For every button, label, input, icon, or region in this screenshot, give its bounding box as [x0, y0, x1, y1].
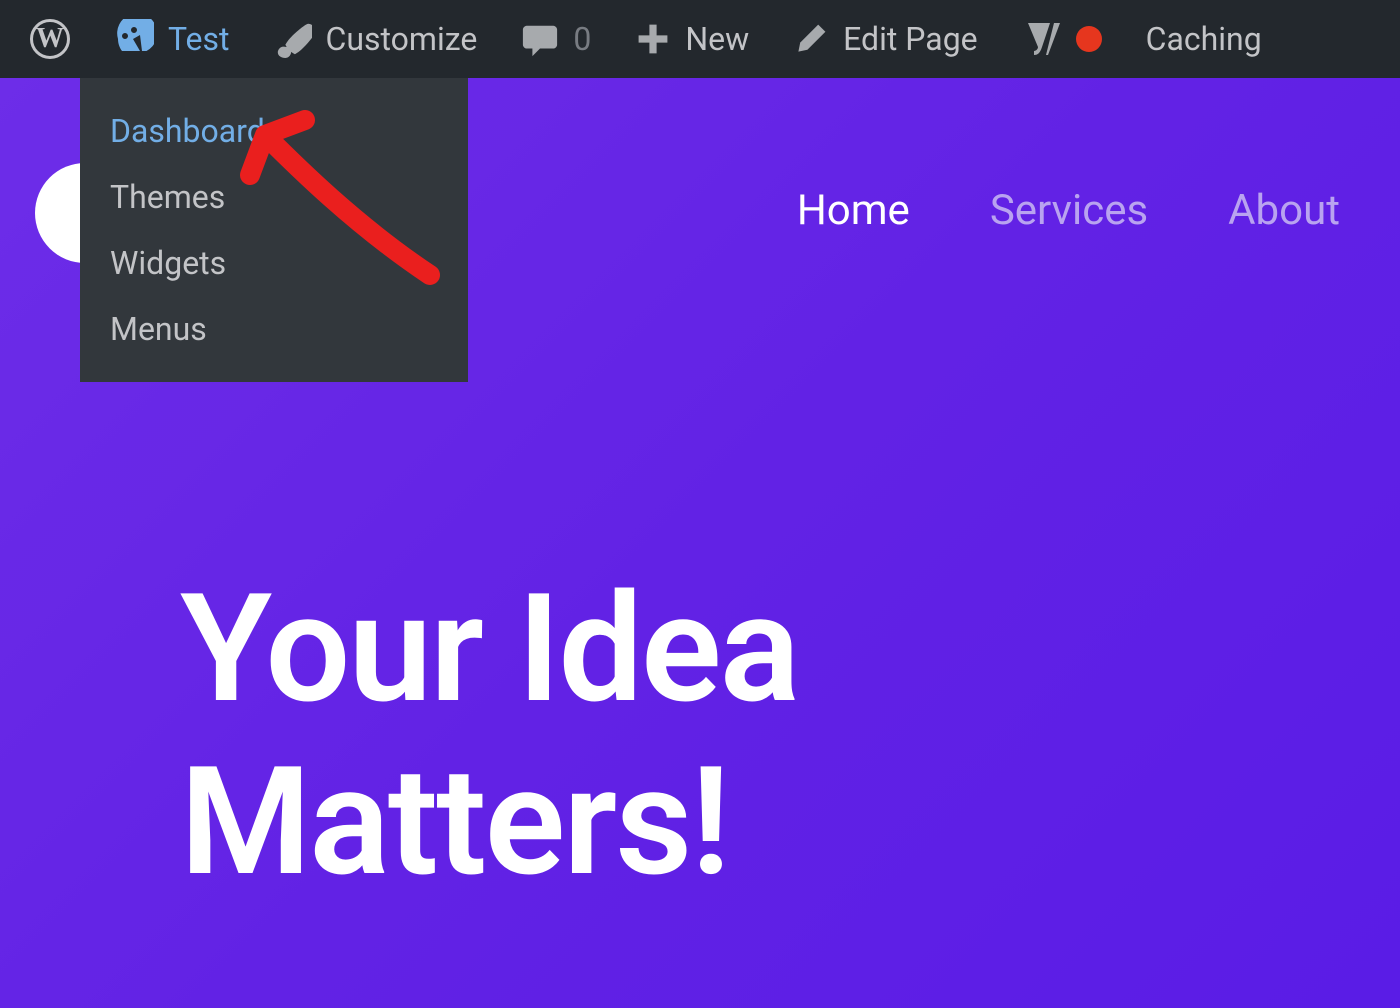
site-name-menu[interactable]: Test [92, 0, 252, 78]
wp-logo-menu[interactable]: W [8, 0, 92, 78]
pencil-icon [793, 21, 829, 57]
plus-icon [635, 21, 671, 57]
yoast-menu[interactable] [1000, 0, 1124, 78]
comments-menu[interactable]: 0 [499, 0, 613, 78]
edit-page-menu[interactable]: Edit Page [771, 0, 999, 78]
status-indicator-icon [1076, 26, 1102, 52]
dropdown-item-widgets[interactable]: Widgets [80, 230, 468, 296]
nav-item-services[interactable]: Services [990, 186, 1148, 235]
comment-icon [521, 20, 559, 58]
edit-page-label: Edit Page [843, 20, 977, 58]
dropdown-item-themes[interactable]: Themes [80, 164, 468, 230]
brush-icon [274, 20, 312, 58]
nav-item-about[interactable]: About [1228, 186, 1340, 235]
new-label: New [685, 20, 749, 58]
dropdown-item-menus[interactable]: Menus [80, 296, 468, 362]
dropdown-item-label: Menus [110, 310, 207, 348]
site-name-dropdown: Dashboard Themes Widgets Menus [80, 78, 468, 382]
dropdown-item-label: Themes [110, 178, 225, 216]
hero-heading: Your Idea Matters! [180, 563, 798, 908]
dropdown-item-dashboard[interactable]: Dashboard [80, 98, 468, 164]
wp-admin-bar: W Test Customize 0 [0, 0, 1400, 78]
dropdown-item-label: Dashboard [110, 112, 265, 150]
dashboard-icon [114, 19, 154, 59]
comments-count: 0 [573, 20, 591, 58]
caching-label: Caching [1146, 20, 1262, 58]
customize-label: Customize [326, 20, 478, 58]
dropdown-item-label: Widgets [110, 244, 226, 282]
caching-menu[interactable]: Caching [1124, 0, 1284, 78]
customize-menu[interactable]: Customize [252, 0, 500, 78]
site-name-label: Test [168, 20, 230, 58]
hero-line-2: Matters! [180, 736, 798, 909]
hero-line-1: Your Idea [180, 563, 798, 736]
nav-item-home[interactable]: Home [797, 186, 910, 235]
site-navigation: Home Services About [797, 186, 1340, 235]
wordpress-logo-icon: W [30, 19, 70, 59]
new-content-menu[interactable]: New [613, 0, 771, 78]
yoast-icon [1022, 19, 1062, 59]
